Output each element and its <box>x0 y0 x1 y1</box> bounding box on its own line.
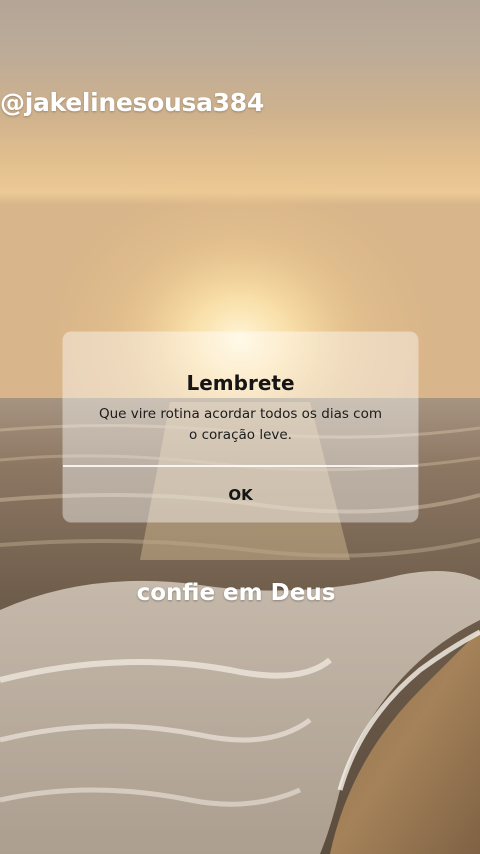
story-screen: @jakelinesousa384 Lembrete Que vire roti… <box>0 0 480 854</box>
username-watermark: @jakelinesousa384 <box>0 88 264 117</box>
dialog-title: Lembrete <box>186 371 295 395</box>
dialog-message: Que vire rotina acordar todos os dias co… <box>98 406 383 443</box>
caption-text: confie em Deus <box>136 580 336 606</box>
reminder-dialog: Lembrete Que vire rotina acordar todos o… <box>63 332 418 522</box>
ok-button[interactable]: OK <box>63 467 418 522</box>
